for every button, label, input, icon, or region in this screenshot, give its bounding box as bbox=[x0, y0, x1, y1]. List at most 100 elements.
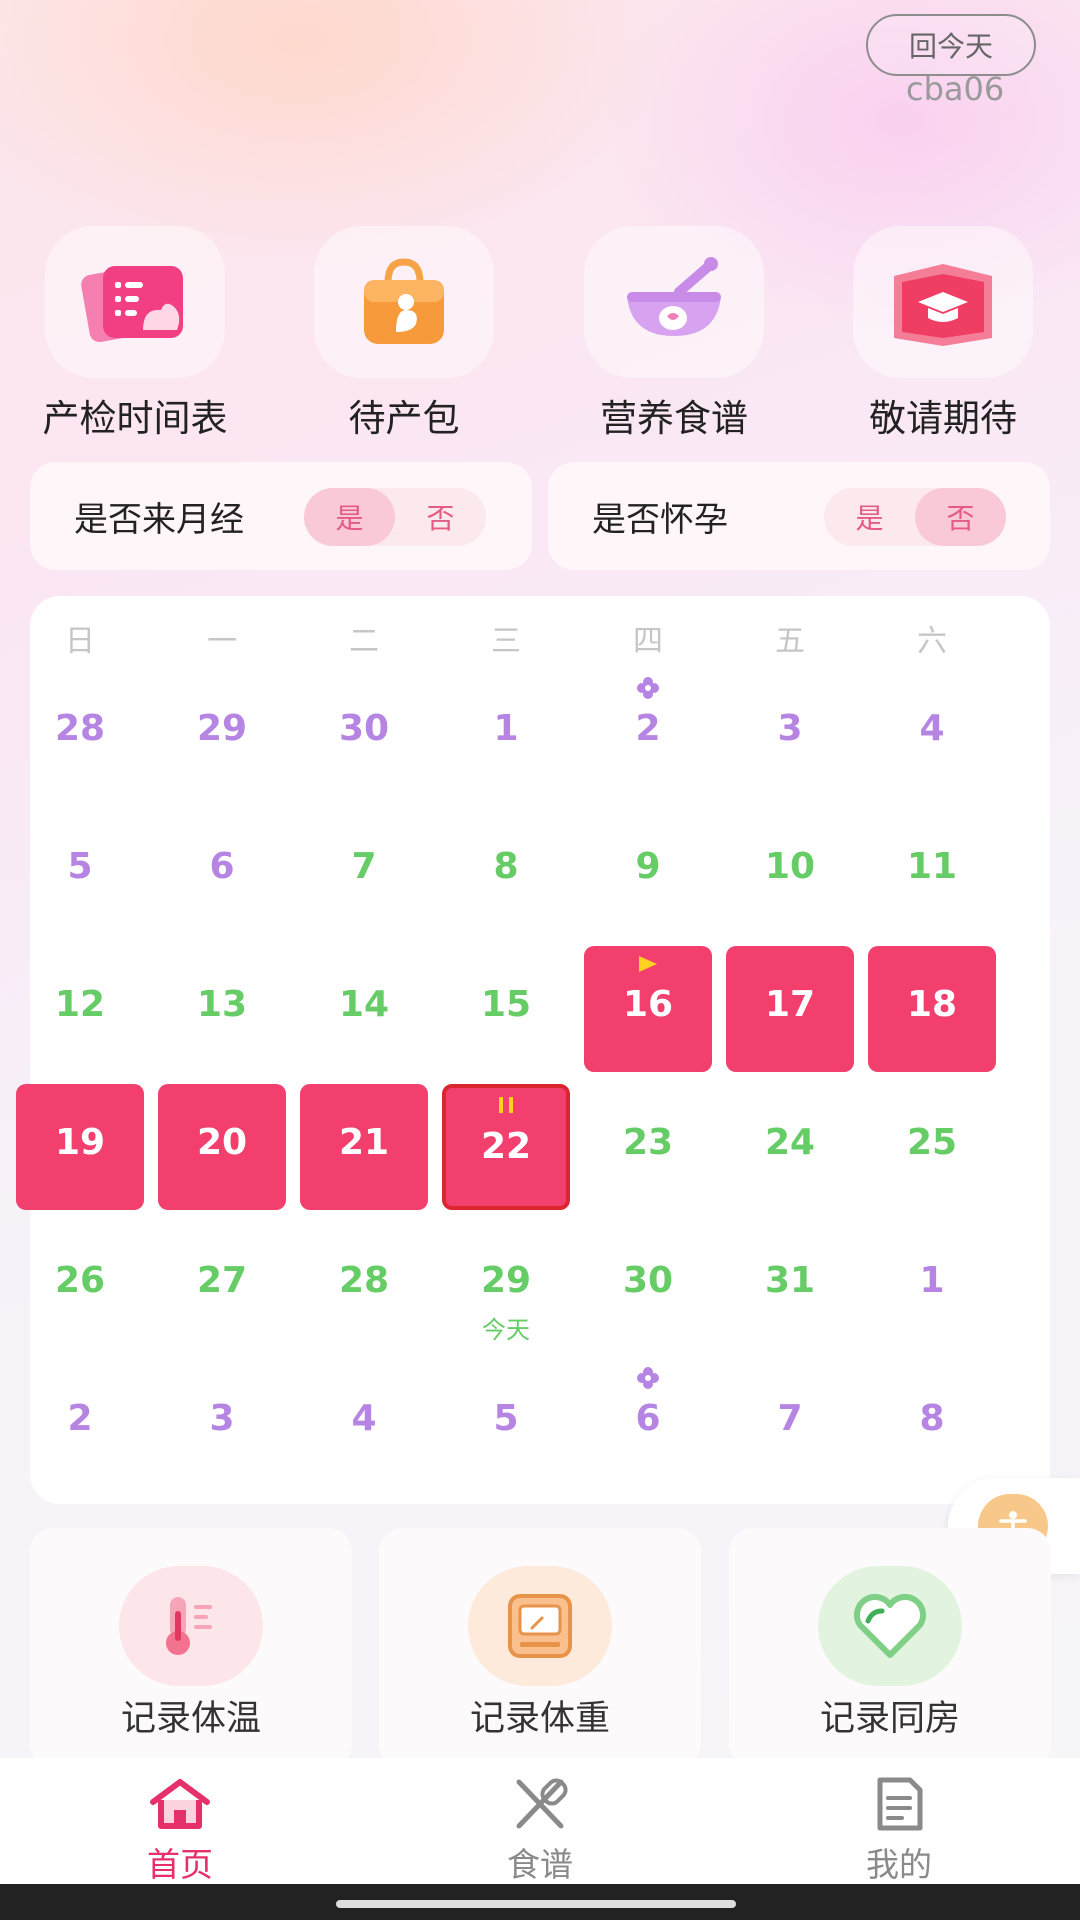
calendar-day-number: 27 bbox=[196, 1260, 248, 1301]
calendar-day[interactable]: 5 bbox=[442, 1360, 570, 1486]
calendar-day[interactable]: 4 bbox=[868, 670, 996, 796]
calendar-day-number: 18 bbox=[906, 984, 958, 1025]
calendar-day-number: 25 bbox=[906, 1122, 958, 1163]
feature-coming-soon[interactable]: 敬请期待 bbox=[848, 226, 1038, 442]
calendar-day[interactable]: 3 bbox=[158, 1360, 286, 1486]
calendar-day-number: 12 bbox=[54, 984, 106, 1025]
bowl-icon bbox=[627, 257, 721, 336]
watermark-text: cba06 bbox=[906, 70, 1005, 108]
calendar-day-number: 3 bbox=[209, 1398, 235, 1439]
calendar-day-number: 22 bbox=[480, 1126, 532, 1167]
calendar-day[interactable]: 29 bbox=[158, 670, 286, 796]
calendar-day[interactable]: 10 bbox=[726, 808, 854, 934]
calendar-day[interactable]: 6 bbox=[584, 1360, 712, 1486]
calendar-day[interactable]: 24 bbox=[726, 1084, 854, 1210]
calendar-day[interactable]: 2 bbox=[16, 1360, 144, 1486]
calendar-day[interactable]: 26 bbox=[16, 1222, 144, 1348]
calendar-day[interactable]: 25 bbox=[868, 1084, 996, 1210]
calendar-day-number: 8 bbox=[493, 846, 519, 887]
calendar-day-number: 4 bbox=[351, 1398, 377, 1439]
period-toggle-label: 是否来月经 bbox=[74, 500, 244, 540]
calendar-day[interactable]: 11 bbox=[868, 808, 996, 934]
period-toggle-card: 是否来月经 是 否 bbox=[30, 462, 532, 570]
period-yes-option[interactable]: 是 bbox=[304, 488, 395, 546]
feature-tile bbox=[314, 226, 494, 378]
calendar-day-number: 16 bbox=[622, 984, 674, 1025]
schedule-icon bbox=[81, 266, 183, 342]
calendar-day[interactable]: 21 bbox=[300, 1084, 428, 1210]
document-icon bbox=[877, 1777, 923, 1831]
calendar-day[interactable]: 1 bbox=[442, 670, 570, 796]
feature-label: 敬请期待 bbox=[869, 397, 1017, 440]
calendar-day[interactable]: 27 bbox=[158, 1222, 286, 1348]
tab-recipes[interactable]: 食谱 bbox=[440, 1776, 640, 1886]
calendar-day-number: 28 bbox=[54, 708, 106, 749]
calendar-day-number: 29 bbox=[480, 1260, 532, 1301]
tab-home[interactable]: 首页 bbox=[80, 1776, 280, 1886]
calendar-day[interactable]: 8 bbox=[442, 808, 570, 934]
tab-profile[interactable]: 我的 bbox=[799, 1776, 999, 1886]
calendar-day[interactable]: 19 bbox=[16, 1084, 144, 1210]
calendar-day[interactable]: 12 bbox=[16, 946, 144, 1072]
calendar-day[interactable]: 6 bbox=[158, 808, 286, 934]
calendar-day-number: 6 bbox=[209, 846, 235, 887]
calendar-day-number: 5 bbox=[67, 846, 93, 887]
back-to-today-button[interactable]: 回今天 bbox=[866, 14, 1036, 76]
calendar-day[interactable]: 29 今天 bbox=[442, 1222, 570, 1348]
calendar-day[interactable]: 9 bbox=[584, 808, 712, 934]
calendar-day[interactable]: 15 bbox=[442, 946, 570, 1072]
calendar-day[interactable]: 30 bbox=[584, 1222, 712, 1348]
calendar-day[interactable]: 31 bbox=[726, 1222, 854, 1348]
calendar-day-number: 9 bbox=[635, 846, 661, 887]
period-no-option[interactable]: 否 bbox=[395, 488, 486, 546]
calendar-day[interactable]: 13 bbox=[158, 946, 286, 1072]
calendar-day-number: 3 bbox=[777, 708, 803, 749]
weekday-label: 四 bbox=[633, 624, 663, 659]
calendar-day[interactable]: 30 bbox=[300, 670, 428, 796]
calendar-day[interactable]: 1 bbox=[868, 1222, 996, 1348]
pregnant-no-option[interactable]: 否 bbox=[915, 488, 1006, 546]
calendar-day-number: 1 bbox=[919, 1260, 945, 1301]
system-navigation-bar bbox=[0, 1884, 1080, 1920]
calendar-day[interactable]: 16 bbox=[584, 946, 712, 1072]
calendar-day[interactable]: 7 bbox=[726, 1360, 854, 1486]
calendar-day[interactable]: 4 bbox=[300, 1360, 428, 1486]
calendar-day-number: 7 bbox=[777, 1398, 803, 1439]
calendar-day[interactable]: 5 bbox=[16, 808, 144, 934]
calendar-day[interactable]: 18 bbox=[868, 946, 996, 1072]
calendar-day[interactable]: 2 bbox=[584, 670, 712, 796]
calendar-day-number: 11 bbox=[906, 846, 958, 887]
calendar-day[interactable]: 7 bbox=[300, 808, 428, 934]
record-intimacy-card[interactable]: 记录同房 bbox=[729, 1528, 1051, 1768]
thermometer-icon bbox=[119, 1566, 263, 1686]
weekday-label: 五 bbox=[775, 624, 805, 659]
calendar-day-number: 19 bbox=[54, 1122, 106, 1163]
calendar-day-number: 5 bbox=[493, 1398, 519, 1439]
calendar-day[interactable]: 20 bbox=[158, 1084, 286, 1210]
calendar-day[interactable]: 17 bbox=[726, 946, 854, 1072]
calendar-day-number: 4 bbox=[919, 708, 945, 749]
calendar-day[interactable]: 22 bbox=[442, 1084, 570, 1210]
record-temperature-card[interactable]: 记录体温 bbox=[30, 1528, 352, 1768]
feature-nutrition-recipes[interactable]: 营养食谱 bbox=[579, 226, 769, 442]
feature-prenatal-schedule[interactable]: 产检时间表 bbox=[40, 226, 230, 442]
calendar-day[interactable]: 28 bbox=[300, 1222, 428, 1348]
feature-tile bbox=[584, 226, 764, 378]
scale-icon bbox=[468, 1566, 612, 1686]
calendar-day[interactable]: 28 bbox=[16, 670, 144, 796]
calendar-day-number: 6 bbox=[635, 1398, 661, 1439]
calendar-day-number: 2 bbox=[635, 708, 661, 749]
calendar-day[interactable]: 8 bbox=[868, 1360, 996, 1486]
calendar-day-number: 30 bbox=[622, 1260, 674, 1301]
calendar-day-number: 15 bbox=[480, 984, 532, 1025]
calendar-day-number: 13 bbox=[196, 984, 248, 1025]
calendar-day-number: 23 bbox=[622, 1122, 674, 1163]
feature-hospital-bag[interactable]: 待产包 bbox=[309, 226, 499, 442]
calendar-day[interactable]: 23 bbox=[584, 1084, 712, 1210]
calendar-day[interactable]: 3 bbox=[726, 670, 854, 796]
calendar-day[interactable]: 14 bbox=[300, 946, 428, 1072]
pregnant-yes-option[interactable]: 是 bbox=[824, 488, 915, 546]
record-weight-label: 记录体重 bbox=[469, 1699, 610, 1739]
pause-marker-icon bbox=[446, 1094, 566, 1116]
record-weight-card[interactable]: 记录体重 bbox=[379, 1528, 701, 1768]
